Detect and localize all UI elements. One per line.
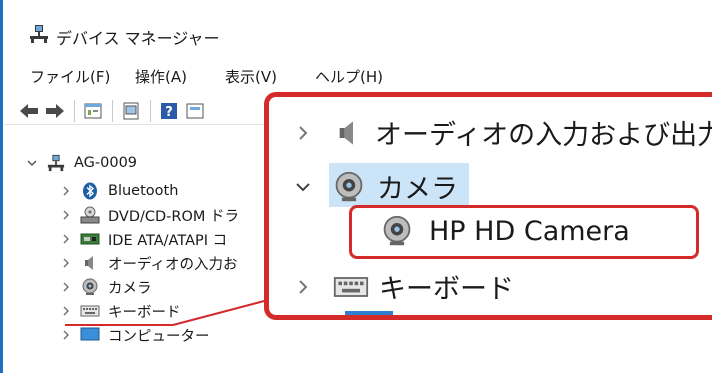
tree-item-label: カメラ xyxy=(108,280,152,297)
tree-item-bluetooth[interactable]: Bluetooth xyxy=(60,180,178,202)
back-arrow-icon[interactable] xyxy=(18,100,40,122)
bluetooth-icon xyxy=(80,182,100,200)
tree-item-label: オーディオの入力お xyxy=(108,256,238,273)
zoom-row-keyboard[interactable]: キーボード xyxy=(293,267,514,306)
menu-help[interactable]: ヘルプ(H) xyxy=(315,66,383,88)
tree-item-computer[interactable]: コンピューター xyxy=(60,324,210,346)
chevron-right-icon[interactable] xyxy=(60,209,72,221)
keyboard-icon xyxy=(80,302,100,320)
next-item-partial xyxy=(345,311,393,315)
toolbar-separator xyxy=(150,100,151,122)
chevron-right-icon[interactable] xyxy=(60,305,72,317)
toolbar-separator xyxy=(74,100,75,122)
zoom-row-camera[interactable]: カメラ xyxy=(293,167,458,206)
chevron-right-icon[interactable] xyxy=(60,257,72,269)
webcam-icon xyxy=(381,215,413,247)
tree-item-ide[interactable]: IDE ATA/ATAPI コ xyxy=(60,228,227,250)
scan-hardware-icon[interactable] xyxy=(184,100,206,122)
chevron-right-icon[interactable] xyxy=(60,329,72,341)
title-bar: デバイス マネージャー xyxy=(4,0,712,60)
zoom-keyboard-label: キーボード xyxy=(379,274,514,305)
device-tree: AG-0009 Bluetooth DVD/CD-ROM ドラ IDE ATA/… xyxy=(4,128,304,373)
tree-item-label: Bluetooth xyxy=(108,183,179,199)
dvd-drive-icon xyxy=(80,206,100,224)
chevron-right-icon[interactable] xyxy=(60,233,72,245)
chevron-right-icon[interactable] xyxy=(293,277,313,297)
device-manager-icon xyxy=(29,24,49,44)
window-title: デバイス マネージャー xyxy=(56,29,220,48)
tree-item-label: DVD/CD-ROM ドラ xyxy=(108,208,240,225)
svg-text:?: ? xyxy=(165,105,173,120)
tree-item-label: コンピューター xyxy=(108,328,210,345)
keyboard-icon xyxy=(333,274,369,300)
camera-highlight-underline xyxy=(65,324,173,326)
audio-icon xyxy=(333,118,363,148)
camera-icon xyxy=(333,171,365,203)
chevron-down-icon[interactable] xyxy=(26,157,38,169)
computer-icon xyxy=(80,326,100,344)
menu-view[interactable]: 表示(V) xyxy=(225,66,277,88)
zoom-camera-label: カメラ xyxy=(377,174,458,205)
chevron-right-icon[interactable] xyxy=(60,185,72,197)
tree-root-label: AG-0009 xyxy=(74,155,138,171)
tree-item-camera[interactable]: カメラ xyxy=(60,276,152,298)
update-driver-icon[interactable] xyxy=(120,100,142,122)
ide-controller-icon xyxy=(80,230,100,248)
zoom-callout: オーディオの入力および出力 カメラ HP HD Camera キーボード xyxy=(264,92,712,320)
tree-item-label: IDE ATA/ATAPI コ xyxy=(108,232,228,249)
help-icon[interactable]: ? xyxy=(158,100,180,122)
tree-item-audio[interactable]: オーディオの入力お xyxy=(60,252,237,274)
forward-arrow-icon[interactable] xyxy=(44,100,66,122)
tree-root[interactable]: AG-0009 xyxy=(26,152,137,174)
computer-node-icon xyxy=(46,154,66,172)
menu-action[interactable]: 操作(A) xyxy=(135,66,187,88)
tree-item-dvd[interactable]: DVD/CD-ROM ドラ xyxy=(60,204,239,226)
chevron-down-icon[interactable] xyxy=(293,177,313,197)
chevron-right-icon[interactable] xyxy=(60,281,72,293)
hp-camera-label: HP HD Camera xyxy=(429,215,630,247)
zoom-row-hp-camera[interactable]: HP HD Camera xyxy=(381,215,630,247)
menu-file[interactable]: ファイル(F) xyxy=(30,66,110,88)
window-edge xyxy=(0,0,3,373)
properties-view-icon[interactable] xyxy=(82,100,104,122)
zoom-audio-label: オーディオの入力および出力 xyxy=(375,120,712,151)
camera-icon xyxy=(80,278,100,296)
tree-item-label: キーボード xyxy=(108,304,181,321)
menu-bar: ファイル(F) 操作(A) 表示(V) ヘルプ(H) xyxy=(4,66,712,90)
tree-item-keyboard[interactable]: キーボード xyxy=(60,300,181,322)
toolbar-separator xyxy=(112,100,113,122)
zoom-row-audio[interactable]: オーディオの入力および出力 xyxy=(293,113,712,152)
audio-icon xyxy=(80,254,100,272)
chevron-right-icon[interactable] xyxy=(293,123,313,143)
